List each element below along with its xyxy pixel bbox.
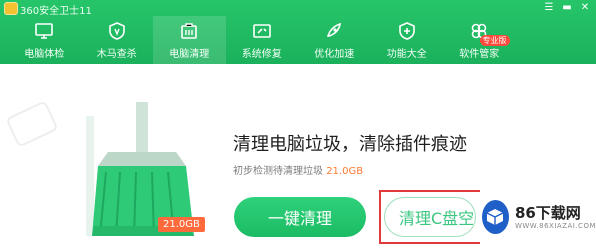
window-controls: ☰ ▬ ✕ bbox=[542, 1, 592, 15]
nav-label: 功能大全 bbox=[386, 49, 427, 60]
nav-item-features[interactable]: 功能大全 bbox=[371, 16, 444, 64]
one-click-clean-button[interactable]: 一键清理 bbox=[234, 197, 366, 237]
nav-label: 系统修复 bbox=[241, 49, 282, 60]
nav-label: 电脑清理 bbox=[169, 49, 210, 60]
window-title: 360安全卫士11 bbox=[20, 6, 92, 17]
nav-item-software[interactable]: 软件管家 专业版 bbox=[443, 16, 516, 64]
nav-item-trojan-scan[interactable]: 木马查杀 bbox=[81, 16, 154, 64]
nav-label: 电脑体检 bbox=[24, 49, 65, 60]
menu-icon[interactable]: ☰ bbox=[542, 1, 556, 15]
shield-icon bbox=[107, 21, 127, 41]
rocket-icon bbox=[324, 21, 344, 41]
nav-item-checkup[interactable]: 电脑体检 bbox=[8, 16, 81, 64]
pro-badge: 专业版 bbox=[479, 35, 510, 46]
nav-item-repair[interactable]: 系统修复 bbox=[226, 16, 299, 64]
close-icon[interactable]: ✕ bbox=[578, 1, 592, 15]
box-icon bbox=[482, 200, 509, 234]
grid-icon bbox=[397, 21, 417, 41]
site-name: 86下载网 bbox=[514, 204, 581, 222]
nav-item-optimize[interactable]: 优化加速 bbox=[298, 16, 371, 64]
nav-item-clean[interactable]: 电脑清理 bbox=[153, 16, 226, 64]
minimize-icon[interactable]: ▬ bbox=[560, 1, 574, 15]
watermark-stamp bbox=[5, 100, 59, 148]
top-toolbar: 360安全卫士11 ☰ ▬ ✕ 电脑体检 木马查杀 电脑清理 系统修复 优化加速… bbox=[0, 0, 596, 64]
app-logo-icon bbox=[4, 2, 18, 15]
garbage-size-tag: 21.0GB bbox=[158, 217, 205, 232]
nav-label: 软件管家 bbox=[459, 49, 500, 60]
wrench-icon bbox=[252, 21, 272, 41]
site-url: WWW.86XIAZAI.COM bbox=[514, 222, 596, 230]
monitor-icon bbox=[34, 21, 54, 41]
title-bar: 360安全卫士11 ☰ ▬ ✕ bbox=[0, 0, 596, 17]
nav-label: 优化加速 bbox=[314, 49, 355, 60]
nav-label: 木马查杀 bbox=[96, 49, 137, 60]
garbage-size-value: 21.0GB bbox=[326, 166, 364, 177]
main-nav: 电脑体检 木马查杀 电脑清理 系统修复 优化加速 功能大全 软件管家 专业版 bbox=[8, 16, 588, 64]
site-watermark-logo: 86下载网 WWW.86XIAZAI.COM bbox=[480, 186, 596, 248]
highlight-frame bbox=[379, 190, 485, 244]
clean-headline: 清理电脑垃圾，清除插件痕迹 bbox=[233, 134, 467, 155]
subline-prefix: 初步检测待清理垃圾 bbox=[233, 166, 323, 177]
broom-icon bbox=[179, 21, 199, 41]
clean-subline: 初步检测待清理垃圾 21.0GB bbox=[233, 162, 363, 177]
